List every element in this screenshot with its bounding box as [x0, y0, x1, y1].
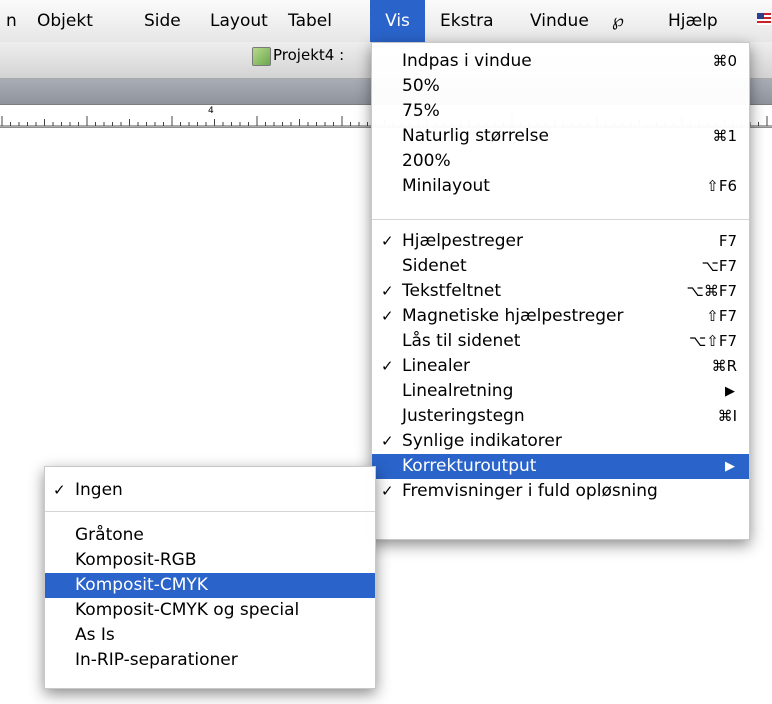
korrekturoutput-submenu: ✓ Ingen Gråtone Komposit-RGB Komposit-CMYK Ko… — [44, 466, 376, 689]
menu-item-indpas-i-vindue[interactable]: Indpas i vindue ⌘0 — [372, 49, 749, 74]
keyboard-shortcut: ⌥⌘F7 — [686, 282, 737, 300]
menu-layout[interactable]: Layout — [210, 0, 268, 42]
menu-item-label: 75% — [402, 101, 440, 121]
submenu-item-komposit-cmyk[interactable]: Komposit-CMYK — [45, 573, 375, 598]
menu-item-sidenet[interactable]: Sidenet ⌥F7 — [372, 254, 749, 279]
menu-vindue[interactable]: Vindue — [530, 0, 589, 42]
menu-item-tekstfeltnet[interactable]: ✓ Tekstfeltnet ⌥⌘F7 — [372, 279, 749, 304]
menu-bar: n Objekt Side Layout Tabel Vis Ekstra Vi… — [0, 0, 772, 43]
keyboard-shortcut: ⌘I — [717, 407, 737, 425]
submenu-item-komposit-rgb[interactable]: Komposit-RGB — [45, 548, 375, 573]
menu-item-hjaelpestreger[interactable]: ✓ Hjælpestreger F7 — [372, 229, 749, 254]
menu-item-label: 200% — [402, 151, 451, 171]
vis-menu: Indpas i vindue ⌘0 50% 75% Naturlig størrels… — [371, 42, 750, 540]
submenu-item-label: Ingen — [75, 480, 123, 500]
menu-item-label: Korrekturoutput — [402, 456, 537, 476]
document-icon — [252, 47, 271, 66]
keyboard-shortcut: ⇧F6 — [706, 177, 737, 195]
menu-item-magnetiske-hjaelpestreger[interactable]: ✓ Magnetiske hjælpestreger ⇧F7 — [372, 304, 749, 329]
menu-item-200[interactable]: 200% — [372, 149, 749, 174]
menu-item-label: 50% — [402, 76, 440, 96]
menu-item-label: Tekstfeltnet — [402, 281, 502, 301]
submenu-arrow-icon: ▶ — [725, 384, 735, 399]
submenu-item-label: In-RIP-separationer — [75, 650, 238, 670]
menu-item-label: Indpas i vindue — [402, 51, 532, 71]
menu-objekt[interactable]: Objekt — [37, 0, 93, 42]
checkmark-icon: ✓ — [381, 432, 394, 450]
menu-item-label: Minilayout — [402, 176, 490, 196]
submenu-item-ingen[interactable]: ✓ Ingen — [45, 478, 375, 503]
menu-item-linealer[interactable]: ✓ Linealer ⌘R — [372, 354, 749, 379]
menu-item-las-til-sidenet[interactable]: Lås til sidenet ⌥⇧F7 — [372, 329, 749, 354]
checkmark-icon: ✓ — [381, 482, 394, 500]
menu-item-label: Sidenet — [402, 256, 467, 276]
menu-item-label: Naturlig størrelse — [402, 126, 549, 146]
menu-tabel[interactable]: Tabel — [288, 0, 332, 42]
checkmark-icon: ✓ — [53, 481, 66, 499]
checkmark-icon: ✓ — [381, 307, 394, 325]
ruler-label: 4 — [208, 106, 214, 116]
menu-item-minilayout[interactable]: Minilayout ⇧F6 — [372, 174, 749, 199]
submenu-item-label: Komposit-RGB — [75, 550, 197, 570]
checkmark-icon: ✓ — [381, 282, 394, 300]
menu-item-label: Synlige indikatorer — [402, 431, 562, 451]
submenu-item-label: Gråtone — [75, 525, 144, 545]
menu-item-label: Justeringstegn — [402, 406, 525, 426]
checkmark-icon: ✓ — [381, 232, 394, 250]
submenu-item-komposit-cmyk-og-special[interactable]: Komposit-CMYK og special — [45, 598, 375, 623]
checkmark-icon: ✓ — [381, 357, 394, 375]
script-menu-icon[interactable]: ℘ — [612, 0, 624, 42]
submenu-item-label: As Is — [75, 625, 115, 645]
menu-item-75[interactable]: 75% — [372, 99, 749, 124]
keyboard-shortcut: F7 — [718, 232, 737, 250]
submenu-item-gratone[interactable]: Gråtone — [45, 523, 375, 548]
keyboard-shortcut: ⌘R — [711, 357, 737, 375]
submenu-arrow-icon: ▶ — [725, 459, 735, 474]
menu-item-korrekturoutput[interactable]: Korrekturoutput ▶ — [372, 454, 749, 479]
menu-item-label: Lås til sidenet — [402, 331, 521, 351]
menu-item-fremvisninger-i-fuld-oplosning[interactable]: ✓ Fremvisninger i fuld opløsning — [372, 479, 749, 504]
menu-hjaelp[interactable]: Hjælp — [668, 0, 718, 42]
keyboard-shortcut: ⇧F7 — [706, 307, 737, 325]
menu-item-linealretning[interactable]: Linealretning ▶ — [372, 379, 749, 404]
menu-separator — [45, 511, 375, 512]
us-flag-icon[interactable] — [757, 13, 771, 25]
menu-item-justeringstegn[interactable]: Justeringstegn ⌘I — [372, 404, 749, 429]
menu-item-label: Hjælpestreger — [402, 231, 524, 251]
menu-vis[interactable]: Vis — [370, 0, 425, 42]
submenu-item-label: Komposit-CMYK og special — [75, 600, 300, 620]
menu-item-naturlig-storrelse[interactable]: Naturlig størrelse ⌘1 — [372, 124, 749, 149]
submenu-item-in-rip-separationer[interactable]: In-RIP-separationer — [45, 648, 375, 673]
menu-item-50[interactable]: 50% — [372, 74, 749, 99]
submenu-item-label: Komposit-CMYK — [75, 575, 208, 595]
menu-item-label: Linealer — [402, 356, 471, 376]
menu-ekstra[interactable]: Ekstra — [440, 0, 494, 42]
menu-item-label: Linealretning — [402, 381, 514, 401]
menu-side[interactable]: Side — [144, 0, 181, 42]
keyboard-shortcut: ⌘1 — [712, 127, 737, 145]
menu-item-label: Magnetiske hjælpestreger — [402, 306, 624, 326]
keyboard-shortcut: ⌥F7 — [701, 257, 737, 275]
menu-file-partial[interactable]: n — [6, 0, 17, 42]
keyboard-shortcut: ⌥⇧F7 — [688, 332, 737, 350]
submenu-item-as-is[interactable]: As Is — [45, 623, 375, 648]
menu-item-synlige-indikatorer[interactable]: ✓ Synlige indikatorer — [372, 429, 749, 454]
menu-separator — [372, 219, 749, 220]
menu-item-label: Fremvisninger i fuld opløsning — [402, 481, 658, 501]
window-title: Projekt4 : — [273, 46, 345, 64]
keyboard-shortcut: ⌘0 — [712, 52, 737, 70]
